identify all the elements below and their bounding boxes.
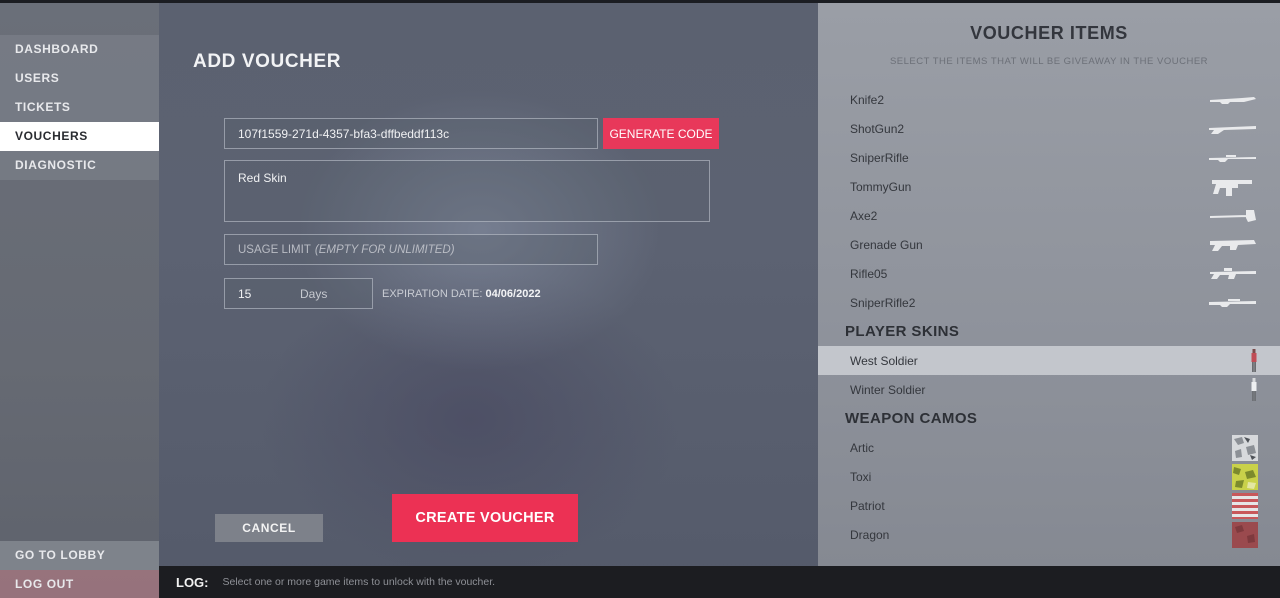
days-value: 15 <box>238 286 252 301</box>
item-name: SniperRifle2 <box>850 295 916 310</box>
usage-limit-hint: (EMPTY FOR UNLIMITED) <box>314 243 455 256</box>
list-item-skin[interactable]: Winter Soldier <box>818 375 1280 404</box>
patriot-camo-swatch <box>1232 492 1258 519</box>
list-item-camo[interactable]: Artic <box>818 433 1280 462</box>
sniper-rifle-icon <box>1209 154 1256 162</box>
sidebar-item-users[interactable]: USERS <box>0 64 159 93</box>
expiration-days-input[interactable]: 15 Days <box>224 278 373 309</box>
expiration-date-label: EXPIRATION DATE: <box>382 288 483 300</box>
sidebar-item-dashboard[interactable]: DASHBOARD <box>0 35 159 64</box>
soldier-figure-icon <box>1251 377 1257 401</box>
item-name: Artic <box>850 440 874 455</box>
soldier-figure-icon <box>1251 348 1257 372</box>
log-bar: LOG: Select one or more game items to un… <box>159 566 1280 598</box>
item-name: West Soldier <box>850 353 918 368</box>
item-name: Axe2 <box>850 208 878 223</box>
sidebar: DASHBOARD USERS TICKETS VOUCHERS DIAGNOS… <box>0 3 159 598</box>
item-name: TommyGun <box>850 179 912 194</box>
item-name: Knife2 <box>850 92 885 107</box>
list-item-camo[interactable]: Patriot <box>818 491 1280 520</box>
item-name: Winter Soldier <box>850 382 926 397</box>
voucher-code-input[interactable]: 107f1559-271d-4357-bfa3-dffbeddf113c <box>224 118 598 149</box>
log-message: Select one or more game items to unlock … <box>222 576 496 588</box>
voucher-items-list: Knife2 ShotGun2 SniperRifle TommyGun Axe… <box>818 85 1280 549</box>
sidebar-bottom-nav: GO TO LOBBY LOG OUT <box>0 541 159 598</box>
create-voucher-button[interactable]: CREATE VOUCHER <box>392 494 578 542</box>
voucher-name-value: Red Skin <box>238 171 287 185</box>
item-name: SniperRifle <box>850 150 909 165</box>
item-name: Patriot <box>850 498 885 513</box>
artic-camo-swatch <box>1232 434 1258 461</box>
item-name: Rifle05 <box>850 266 888 281</box>
panel-title: VOUCHER ITEMS <box>970 23 1128 43</box>
expiration-date-text: EXPIRATION DATE: 04/06/2022 <box>382 288 541 300</box>
page-title: ADD VOUCHER <box>193 51 342 72</box>
axe-icon <box>1210 209 1256 222</box>
expiration-date-value: 04/06/2022 <box>485 288 541 300</box>
item-name: Grenade Gun <box>850 237 923 252</box>
panel-subtitle: SELECT THE ITEMS THAT WILL BE GIVEAWAY I… <box>889 56 1209 67</box>
voucher-name-input[interactable]: Red Skin <box>224 160 710 222</box>
voucher-code-value: 107f1559-271d-4357-bfa3-dffbeddf113c <box>238 126 450 141</box>
toxi-camo-swatch <box>1232 463 1258 490</box>
sidebar-item-diagnostic[interactable]: DIAGNOSTIC <box>0 151 159 180</box>
knife-icon <box>1210 96 1256 104</box>
sidebar-nav: DASHBOARD USERS TICKETS VOUCHERS DIAGNOS… <box>0 35 159 180</box>
go-to-lobby-button[interactable]: GO TO LOBBY <box>0 541 159 570</box>
add-voucher-form: ADD VOUCHER 107f1559-271d-4357-bfa3-dffb… <box>159 3 818 566</box>
list-item-weapon[interactable]: TommyGun <box>818 172 1280 201</box>
tommy-gun-icon <box>1212 179 1252 196</box>
list-item-skin[interactable]: West Soldier <box>818 346 1280 375</box>
log-label: LOG: <box>176 574 209 590</box>
list-item-camo[interactable]: Toxi <box>818 462 1280 491</box>
item-name: ShotGun2 <box>850 121 905 136</box>
log-out-button[interactable]: LOG OUT <box>0 570 159 598</box>
player-skins-heading: PLAYER SKINS <box>845 323 960 340</box>
usage-limit-input[interactable]: USAGE LIMIT (EMPTY FOR UNLIMITED) <box>224 234 598 265</box>
list-item-camo[interactable]: Dragon <box>818 520 1280 549</box>
list-item-weapon[interactable]: SniperRifle <box>818 143 1280 172</box>
days-unit: Days <box>300 286 328 301</box>
weapon-camos-heading: WEAPON CAMOS <box>845 410 978 427</box>
dragon-camo-swatch <box>1232 521 1258 548</box>
sniper-rifle-icon <box>1209 298 1256 307</box>
cancel-button[interactable]: CANCEL <box>215 514 323 542</box>
list-item-weapon[interactable]: Axe2 <box>818 201 1280 230</box>
shotgun-icon <box>1209 125 1256 134</box>
list-item-weapon[interactable]: ShotGun2 <box>818 114 1280 143</box>
grenade-gun-icon <box>1210 239 1256 251</box>
generate-code-button[interactable]: GENERATE CODE <box>603 118 719 149</box>
usage-limit-placeholder: USAGE LIMIT <box>238 243 311 256</box>
item-name: Dragon <box>850 527 890 542</box>
sidebar-item-tickets[interactable]: TICKETS <box>0 93 159 122</box>
item-name: Toxi <box>850 469 872 484</box>
list-item-weapon[interactable]: SniperRifle2 <box>818 288 1280 317</box>
list-item-weapon[interactable]: Knife2 <box>818 85 1280 114</box>
rifle-icon <box>1210 267 1256 279</box>
list-item-weapon[interactable]: Rifle05 <box>818 259 1280 288</box>
list-item-weapon[interactable]: Grenade Gun <box>818 230 1280 259</box>
voucher-items-panel: VOUCHER ITEMS SELECT THE ITEMS THAT WILL… <box>818 3 1280 566</box>
sidebar-item-vouchers[interactable]: VOUCHERS <box>0 122 159 151</box>
